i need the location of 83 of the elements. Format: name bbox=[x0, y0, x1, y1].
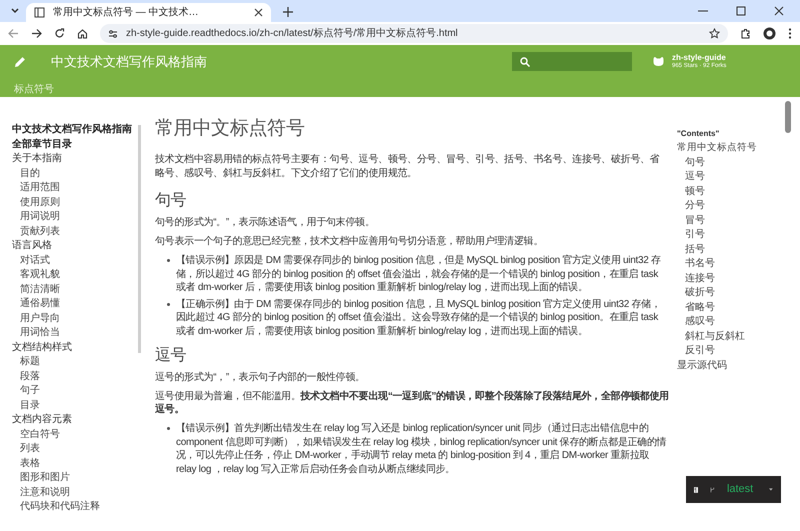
nav-link[interactable]: 全部章节目录 bbox=[12, 138, 138, 152]
forward-icon[interactable] bbox=[31, 28, 42, 39]
site-settings-icon[interactable] bbox=[108, 28, 118, 38]
browser-tab[interactable]: 常用中文标点符号 — 中文技术… bbox=[26, 3, 271, 22]
toc-link[interactable]: 斜杠与反斜杠 bbox=[677, 330, 783, 344]
nav-link[interactable]: 代码块和代码注释 bbox=[12, 500, 138, 514]
list-item-text: 【错误示例】原因是 DM 需要保存同步的 binlog position 信息，但是 MySQL binlog position 官方定义使用 uint32 存储，所以超过 4G 部分的 binlog position 的 offset 值会溢出，就会存储的是一个错误的 binlog position，在重启 task 或者 dm-worker 后，需要使用该 binlog position 重新解析 binlog/relay log，进而出现上面的错误。 bbox=[176, 254, 662, 294]
toc-link[interactable]: 连接号 bbox=[677, 272, 783, 286]
reload-icon[interactable] bbox=[54, 28, 65, 39]
nav-link[interactable]: 表格 bbox=[12, 456, 138, 471]
nav-link[interactable]: 客观礼貌 bbox=[12, 268, 138, 282]
nav-link[interactable]: 目的 bbox=[12, 166, 138, 181]
search-icon bbox=[520, 56, 530, 66]
nav-link[interactable]: 简洁清晰 bbox=[12, 282, 138, 297]
toc-link[interactable]: 逗号 bbox=[677, 170, 783, 184]
toc-link[interactable]: 句号 bbox=[677, 156, 783, 170]
list-item-text: 【正确示例】由于 DM 需要保存同步的 binlog position 信息，且 MySQL binlog position 官方定义使用 uint32 存储，因此超过 4G 部分的 binlog position 的 offset 值会溢出。这会导致存储的是一个错误的 binlog position。在重启 task 或者 dm-worker 后，需要使用该 binlog position 重新解析 binlog/relay log，进而出现上面的错误。 bbox=[176, 298, 662, 338]
paragraph: 句号表示一个句子的意思已经完整，技术文档中应善用句号切分语意，帮助用户理清逻辑。 bbox=[155, 235, 544, 248]
version-label: latest bbox=[726, 482, 754, 498]
nav-link[interactable]: 关于本指南 bbox=[12, 152, 138, 166]
tab-title: 常用中文标点符号 — 中文技术… bbox=[53, 6, 200, 20]
nav-link[interactable]: 句子 bbox=[12, 384, 138, 398]
nav-link[interactable]: 中文技术文档写作风格指南 bbox=[12, 123, 138, 138]
profile-icon[interactable] bbox=[763, 27, 776, 40]
section-heading: 逗号 bbox=[155, 346, 188, 366]
toc-link[interactable]: 反引号 bbox=[677, 344, 783, 358]
home-icon[interactable] bbox=[77, 28, 88, 39]
toc-link[interactable]: 顿号 bbox=[677, 184, 783, 199]
nav-link[interactable]: 段落 bbox=[12, 370, 138, 384]
nav-link[interactable]: 用词恰当 bbox=[12, 326, 138, 340]
address-bar[interactable]: zh-style-guide.readthedocs.io/zh-cn/latest/标点符号/常用中文标点符号.html bbox=[100, 24, 728, 43]
version-badge[interactable]: latest bbox=[686, 476, 781, 503]
toc-link[interactable]: 常用中文标点符号 bbox=[677, 141, 783, 156]
close-icon[interactable] bbox=[254, 8, 263, 17]
bullet-icon bbox=[167, 302, 170, 306]
search-field[interactable] bbox=[512, 52, 632, 71]
toc-heading: "Contents" bbox=[677, 128, 720, 140]
star-icon[interactable] bbox=[709, 28, 720, 39]
nav-link[interactable]: 使用原则 bbox=[12, 196, 138, 210]
intro-paragraph: 技术文档中容易用错的标点符号主要有：句号、逗号、顿号、分号、冒号、引号、括号、书名号、连接号、破折号、省略号、感叹号、斜杠与反斜杠。下文介绍了它们的使用规范。 bbox=[155, 153, 660, 181]
caret-icon bbox=[769, 487, 773, 492]
toc-link[interactable]: 分号 bbox=[677, 199, 783, 214]
back-icon[interactable] bbox=[8, 28, 19, 39]
nav-link[interactable]: 空白符号 bbox=[12, 428, 138, 442]
close-icon[interactable] bbox=[774, 6, 784, 16]
nav-link[interactable]: 用词说明 bbox=[12, 210, 138, 224]
sidebar-scrollbar[interactable] bbox=[138, 125, 141, 353]
bullet-icon bbox=[167, 427, 170, 430]
toc-link[interactable]: 破折号 bbox=[677, 286, 783, 300]
toc-link[interactable]: 省略号 bbox=[677, 300, 783, 315]
nav-link[interactable]: 列表 bbox=[12, 442, 138, 456]
nav-link[interactable]: 贡献列表 bbox=[12, 224, 138, 239]
nav-link[interactable]: 图形和图片 bbox=[12, 471, 138, 486]
list-item-text: 【错误示例】首先判断出错发生在 relay log 写入还是 binlog replication/syncer unit 同步（通过日志出错信息中的 component 信息即可判断），如果错误发生在 relay log 模块，binlog replication/syncer unit 保存的断点都是正确的情况，可以先停止任务，停止 DM-worker，手动调节 relay meta 的 binlog-position 到 4，重启 DM-worker 重新拉取 relay log ，relay log 写入正常后启动任务会自动从断点继续同步。 bbox=[176, 422, 668, 476]
nav-link[interactable]: 文档结构样式 bbox=[12, 340, 138, 355]
nav-link[interactable]: 注意和说明 bbox=[12, 486, 138, 500]
paragraph: 句号的形式为“。”，表示陈述语气，用于句末停顿。 bbox=[155, 216, 376, 229]
nav-link[interactable]: 通俗易懂 bbox=[12, 297, 138, 312]
page-scrollbar[interactable] bbox=[785, 101, 791, 133]
bullet-icon bbox=[167, 259, 170, 262]
paragraph: 逗号的形式为“，”，表示句子内部的一般性停顿。 bbox=[155, 371, 366, 384]
menu-icon[interactable] bbox=[788, 28, 792, 39]
page-title: 常用中文标点符号 bbox=[155, 117, 306, 141]
toc-link[interactable]: 引号 bbox=[677, 228, 783, 242]
nav-link[interactable]: 适用范围 bbox=[12, 181, 138, 196]
toc-link[interactable]: 括号 bbox=[677, 242, 783, 257]
toc-link[interactable]: 冒号 bbox=[677, 214, 783, 228]
extensions-icon[interactable] bbox=[740, 28, 751, 39]
nav-link[interactable]: 目录 bbox=[12, 398, 138, 413]
toc-link[interactable]: 感叹号 bbox=[677, 315, 783, 330]
nav-link[interactable]: 标题 bbox=[12, 355, 138, 370]
nav-link[interactable]: 语言风格 bbox=[12, 239, 138, 254]
url-text: zh-style-guide.readthedocs.io/zh-cn/latest/标点符号/常用中文标点符号.html bbox=[126, 26, 459, 41]
nav-link[interactable]: 文档内容元素 bbox=[12, 413, 138, 428]
nav-link[interactable]: 对话式 bbox=[12, 254, 138, 268]
new-tab-icon[interactable] bbox=[283, 7, 293, 17]
maximize-icon[interactable] bbox=[736, 6, 746, 16]
nav-link[interactable]: 用户导向 bbox=[12, 312, 138, 326]
toc-link[interactable]: 书名号 bbox=[677, 257, 783, 272]
page-icon bbox=[34, 7, 45, 18]
section-heading: 句号 bbox=[155, 191, 188, 211]
paragraph: 逗号使用最为普遍，但不能滥用。技术文档中不要出现“一逗到底”的错误，即整个段落除了段落结尾外，全部停顿都使用逗号。 bbox=[155, 390, 669, 416]
source-link[interactable]: 显示源代码 bbox=[677, 358, 783, 373]
